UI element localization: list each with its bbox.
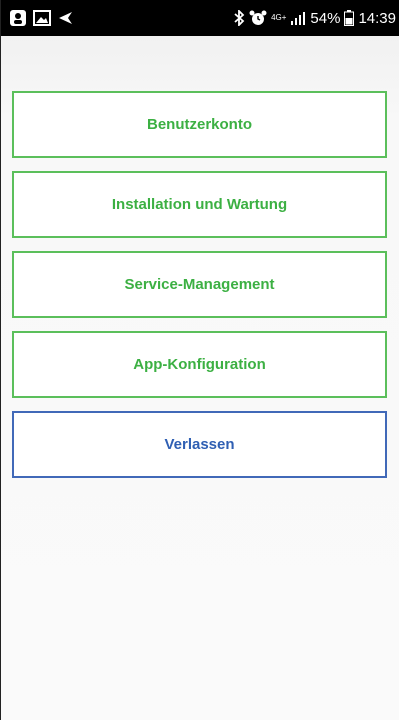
menu-button-installation-wartung[interactable]: Installation und Wartung [12,171,387,238]
status-bar: 4G+ 54% 14:39 [1,0,399,36]
status-right-icons: 4G+ 54% 14:39 [233,10,396,27]
image-icon [33,10,51,26]
send-icon [57,10,73,26]
menu-button-app-konfiguration[interactable]: App-Konfiguration [12,331,387,398]
network-type-label: 4G+ [271,13,287,22]
bluetooth-icon [233,10,245,26]
main-menu: Benutzerkonto Installation und Wartung S… [12,91,387,491]
clock-time: 14:39 [358,9,396,27]
notification-icon [9,9,27,27]
app-screen: 4G+ 54% 14:39 Benutzerkonto Installation… [0,0,399,720]
battery-icon [344,10,355,26]
menu-button-benutzerkonto[interactable]: Benutzerkonto [12,91,387,158]
menu-button-service-management[interactable]: Service-Management [12,251,387,318]
signal-icon [290,11,306,25]
alarm-icon [249,10,267,26]
status-left-icons [9,9,73,27]
exit-button[interactable]: Verlassen [12,411,387,478]
battery-percent: 54% [310,9,341,27]
